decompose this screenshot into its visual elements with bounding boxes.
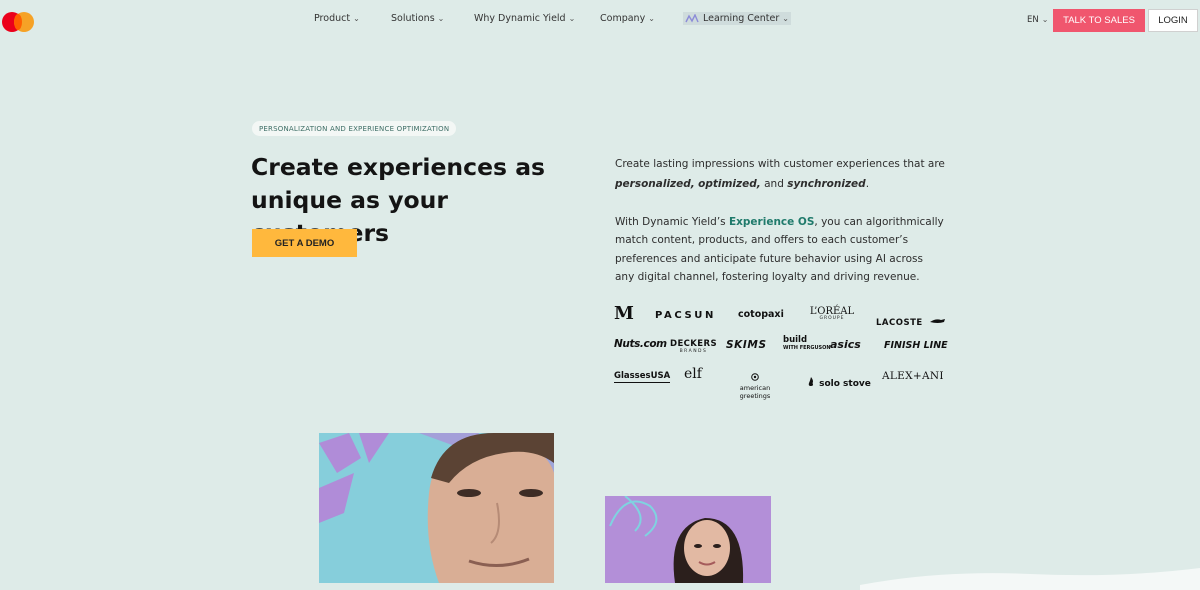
intro-synchronized: synchronized <box>787 178 866 190</box>
nav-product-label: Product <box>314 13 351 24</box>
nav-product[interactable]: Product ⌄ <box>314 13 360 24</box>
nav-learning-label: Learning Center <box>703 13 780 24</box>
language-label: EN <box>1027 15 1039 25</box>
category-badge: PERSONALIZATION AND EXPERIENCE OPTIMIZAT… <box>252 121 457 136</box>
solo-stove-logo: solo stove <box>808 371 871 390</box>
elf-logo: elf <box>684 366 702 382</box>
body-text-pre: With Dynamic Yield’s <box>615 216 729 228</box>
asics-logo: asics <box>830 338 861 351</box>
man-portrait-illustration <box>319 433 554 583</box>
chevron-down-icon: ⌄ <box>782 14 789 23</box>
woman-portrait-illustration <box>609 496 744 583</box>
finish-line-logo: FINISH LINE <box>884 340 948 351</box>
build-sub: WITH FERGUSON <box>783 345 831 351</box>
nav-company[interactable]: Company ⌄ <box>600 13 655 24</box>
chevron-down-icon: ⌄ <box>437 14 445 23</box>
build-with-ferguson-logo: build WITH FERGUSON <box>783 336 831 352</box>
intro-personalized: personalized, <box>615 178 695 190</box>
nav-company-label: Company <box>600 13 646 24</box>
chevron-down-icon: ⌄ <box>648 14 655 23</box>
hero-photo-woman <box>605 496 771 583</box>
flame-icon <box>808 377 813 386</box>
skims-logo: SKIMS <box>726 339 767 351</box>
headline-line-1: Create experiences as <box>251 153 546 181</box>
chevron-down-icon: ⌄ <box>1041 15 1049 24</box>
language-selector[interactable]: EN ⌄ <box>1027 15 1048 25</box>
intro-end: . <box>865 178 870 190</box>
deckers-logo: DECKERS BRANDS <box>670 339 717 354</box>
login-button[interactable]: LOGIN <box>1148 9 1198 32</box>
alex-and-ani-logo: ALEX+ANI <box>882 370 944 382</box>
nav-why-dynamic-yield[interactable]: Why Dynamic Yield ⌄ <box>474 13 575 24</box>
glassesusa-logo: GlassesUSA <box>614 371 671 383</box>
hero-photo-man <box>319 433 554 583</box>
experience-os-link[interactable]: Experience OS <box>729 216 814 228</box>
deckers-wordmark: DECKERS <box>670 339 717 349</box>
nav-learning-center[interactable]: Learning Center ⌄ <box>683 12 791 25</box>
intro-paragraph: Create lasting impressions with customer… <box>615 154 945 194</box>
lacoste-logo: LACOSTE <box>876 310 946 329</box>
talk-to-sales-button[interactable]: TALK TO SALES <box>1053 9 1145 32</box>
lacoste-wordmark: LACOSTE <box>876 318 923 328</box>
chevron-down-icon: ⌄ <box>353 14 360 23</box>
solo-stove-wordmark: solo stove <box>819 379 871 389</box>
intro-text: Create lasting impressions with customer… <box>615 158 945 170</box>
chevron-down-icon: ⌄ <box>568 14 576 23</box>
nav-solutions-label: Solutions <box>391 13 435 24</box>
american-greetings-wordmark: american greetings <box>739 384 771 400</box>
deckers-sub: BRANDS <box>679 349 708 354</box>
decorative-wave <box>860 568 1200 590</box>
build-wordmark: build <box>783 335 808 345</box>
crocodile-icon <box>929 318 945 323</box>
intro-optimized: optimized, <box>698 178 761 190</box>
body-paragraph: With Dynamic Yield’s Experience OS, you … <box>615 213 945 286</box>
learning-center-icon <box>685 14 699 23</box>
get-a-demo-button[interactable]: GET A DEMO <box>252 229 357 257</box>
cotopaxi-logo: cotopaxi <box>738 309 784 320</box>
mastercard-logo[interactable] <box>0 9 38 33</box>
mcdonalds-logo: M <box>614 303 634 324</box>
american-greetings-logo: american greetings <box>724 366 786 400</box>
pacsun-logo: PACSUN <box>655 310 716 321</box>
nav-solutions[interactable]: Solutions ⌄ <box>391 13 444 24</box>
intro-and: and <box>760 178 788 190</box>
logo-overlap <box>14 14 22 30</box>
nav-why-label: Why Dynamic Yield <box>474 13 566 24</box>
rose-icon <box>751 373 759 381</box>
loreal-logo: L’ORÉAL GROUPE <box>808 306 856 321</box>
nuts-com-logo: Nuts.com <box>614 338 667 350</box>
